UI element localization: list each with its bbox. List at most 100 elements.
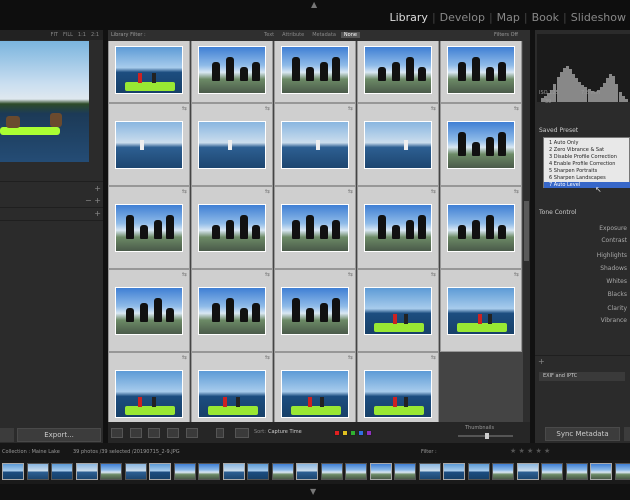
filmstrip-thumbnail[interactable]: [2, 463, 24, 480]
tone-slider-clarity[interactable]: Clarity: [607, 305, 627, 312]
tone-slider-blacks[interactable]: Blacks: [608, 291, 627, 298]
catalog-panel-header[interactable]: [0, 169, 103, 182]
module-map[interactable]: Map: [493, 11, 524, 24]
color-label-swatch[interactable]: [366, 430, 372, 436]
filter-option-attribute[interactable]: Attribute: [279, 32, 307, 38]
module-book[interactable]: Book: [528, 11, 563, 24]
grid-cell[interactable]: ⇆: [357, 269, 439, 352]
grid-cell[interactable]: ⇆: [440, 103, 522, 186]
filmstrip-thumbnail[interactable]: [394, 463, 416, 480]
tone-slider-vibrance[interactable]: Vibrance: [601, 317, 627, 324]
sort-direction-button[interactable]: [235, 428, 249, 438]
color-label-swatch[interactable]: [350, 430, 356, 436]
grid-cell[interactable]: ⇆: [108, 186, 190, 269]
color-label-swatch[interactable]: [358, 430, 364, 436]
grid-cell[interactable]: ⇆: [191, 41, 273, 103]
import-button[interactable]: [0, 428, 14, 442]
filmstrip-thumbnail[interactable]: [418, 463, 441, 480]
filmstrip-thumbnail[interactable]: [345, 463, 367, 480]
tone-slider-exposure[interactable]: Exposure: [599, 225, 627, 232]
filmstrip-thumbnail[interactable]: [541, 463, 563, 480]
sort-dropdown[interactable]: Capture Time: [268, 429, 302, 435]
filmstrip-thumbnail[interactable]: [614, 463, 630, 480]
color-label-swatch[interactable]: [342, 430, 348, 436]
navigator-zoom-0[interactable]: FIT: [51, 32, 58, 38]
add-icon[interactable]: +: [94, 184, 101, 193]
grid-cell[interactable]: ⇆: [191, 103, 273, 186]
metadata-preset-dropdown[interactable]: EXIF and IPTC: [539, 372, 625, 381]
survey-view-button[interactable]: [167, 428, 179, 438]
filmstrip-thumbnail[interactable]: [149, 463, 171, 480]
people-view-button[interactable]: [186, 428, 198, 438]
filmstrip-thumbnail[interactable]: [296, 463, 318, 480]
saved-preset-dropdown[interactable]: 1 Auto Only 2 Zero Vibrance & Sat 3 Disabl…: [543, 137, 630, 189]
preset-option[interactable]: 5 Sharpen Portraits: [544, 168, 630, 174]
sync-metadata-button[interactable]: Sync Metadata: [545, 427, 620, 441]
bottom-panel-toggle-icon[interactable]: ▼: [310, 487, 316, 496]
grid-cell[interactable]: ⇆: [274, 269, 356, 352]
add-icon[interactable]: − +: [85, 196, 101, 205]
filmstrip-thumbnail[interactable]: [443, 463, 465, 480]
thumbnail-size-knob[interactable]: [485, 433, 489, 439]
navigator-preview[interactable]: [0, 41, 89, 162]
grid-cell[interactable]: ⇆: [191, 186, 273, 269]
filter-option-metadata[interactable]: Metadata: [309, 32, 339, 38]
filmstrip-thumbnail[interactable]: [26, 463, 49, 480]
loupe-view-button[interactable]: [130, 428, 142, 438]
filmstrip-thumbnail[interactable]: [173, 463, 196, 480]
spray-can-button[interactable]: [216, 428, 224, 438]
grid-scrollbar[interactable]: [523, 41, 530, 422]
filmstrip-thumbnail[interactable]: [198, 463, 220, 480]
preset-option[interactable]: 7 Auto Level: [544, 182, 630, 189]
filmstrip-thumbnail[interactable]: [320, 463, 343, 480]
grid-cell[interactable]: ⇆: [274, 352, 356, 422]
filter-option-none[interactable]: None: [340, 32, 360, 38]
module-slideshow[interactable]: Slideshow: [567, 11, 630, 24]
filmstrip-thumbnail[interactable]: [222, 463, 245, 480]
publish-panel-header[interactable]: +: [0, 208, 103, 221]
export-button[interactable]: Export...: [17, 428, 101, 442]
grid-cell[interactable]: ⇆: [191, 269, 273, 352]
grid-cell[interactable]: ⇆: [191, 352, 273, 422]
module-library[interactable]: Library: [385, 11, 431, 24]
grid-cell[interactable]: ⇆: [357, 352, 439, 422]
filter-option-text[interactable]: Text: [261, 32, 277, 38]
collections-panel-header[interactable]: − +: [0, 195, 103, 208]
preset-option[interactable]: 6 Sharpen Landscapes: [544, 175, 630, 181]
navigator-zoom-3[interactable]: 2:1: [91, 32, 99, 38]
grid-cell[interactable]: ⇆: [440, 186, 522, 269]
grid-view-button[interactable]: [111, 428, 123, 438]
filmstrip-thumbnail[interactable]: [590, 463, 612, 480]
preset-option[interactable]: 1 Auto Only: [544, 140, 630, 146]
scroll-thumb[interactable]: [524, 201, 529, 261]
grid-cell[interactable]: ⇆: [440, 41, 522, 103]
filmstrip-thumbnail[interactable]: [565, 463, 588, 480]
filmstrip-thumbnail[interactable]: [516, 463, 539, 480]
preset-option[interactable]: 2 Zero Vibrance & Sat: [544, 147, 630, 153]
module-develop[interactable]: Develop: [436, 11, 489, 24]
compare-view-button[interactable]: [148, 428, 160, 438]
grid-cell[interactable]: ⇆: [108, 103, 190, 186]
filmstrip-thumbnail[interactable]: [51, 463, 73, 480]
tone-slider-contrast[interactable]: Contrast: [601, 237, 627, 244]
navigator-zoom-2[interactable]: 1:1: [78, 32, 86, 38]
grid-cell[interactable]: ⇆: [108, 352, 190, 422]
filmstrip-thumbnail[interactable]: [467, 463, 490, 480]
sync-settings-button[interactable]: [624, 427, 630, 441]
grid-cell[interactable]: ⇆: [357, 41, 439, 103]
filters-off-dropdown[interactable]: Filters Off: [494, 32, 518, 38]
grid-cell[interactable]: ⇆: [108, 41, 190, 103]
filmstrip-thumbnail[interactable]: [124, 463, 147, 480]
grid-cell[interactable]: ⇆: [440, 269, 522, 352]
filmstrip-thumbnail[interactable]: [492, 463, 514, 480]
preset-option[interactable]: 4 Enable Profile Correction: [544, 161, 630, 167]
collection-breadcrumb[interactable]: Collection : Maine Lake: [2, 449, 60, 455]
top-panel-toggle-icon[interactable]: ▲: [311, 0, 317, 9]
tone-slider-shadows[interactable]: Shadows: [600, 265, 627, 272]
rating-filter-stars[interactable]: ★ ★ ★ ★ ★: [510, 447, 550, 455]
filmstrip-thumbnail[interactable]: [75, 463, 98, 480]
grid-cell[interactable]: ⇆: [108, 269, 190, 352]
add-icon[interactable]: +: [94, 209, 101, 218]
grid-cell[interactable]: ⇆: [274, 186, 356, 269]
navigator-zoom-1[interactable]: FILL: [63, 32, 73, 38]
